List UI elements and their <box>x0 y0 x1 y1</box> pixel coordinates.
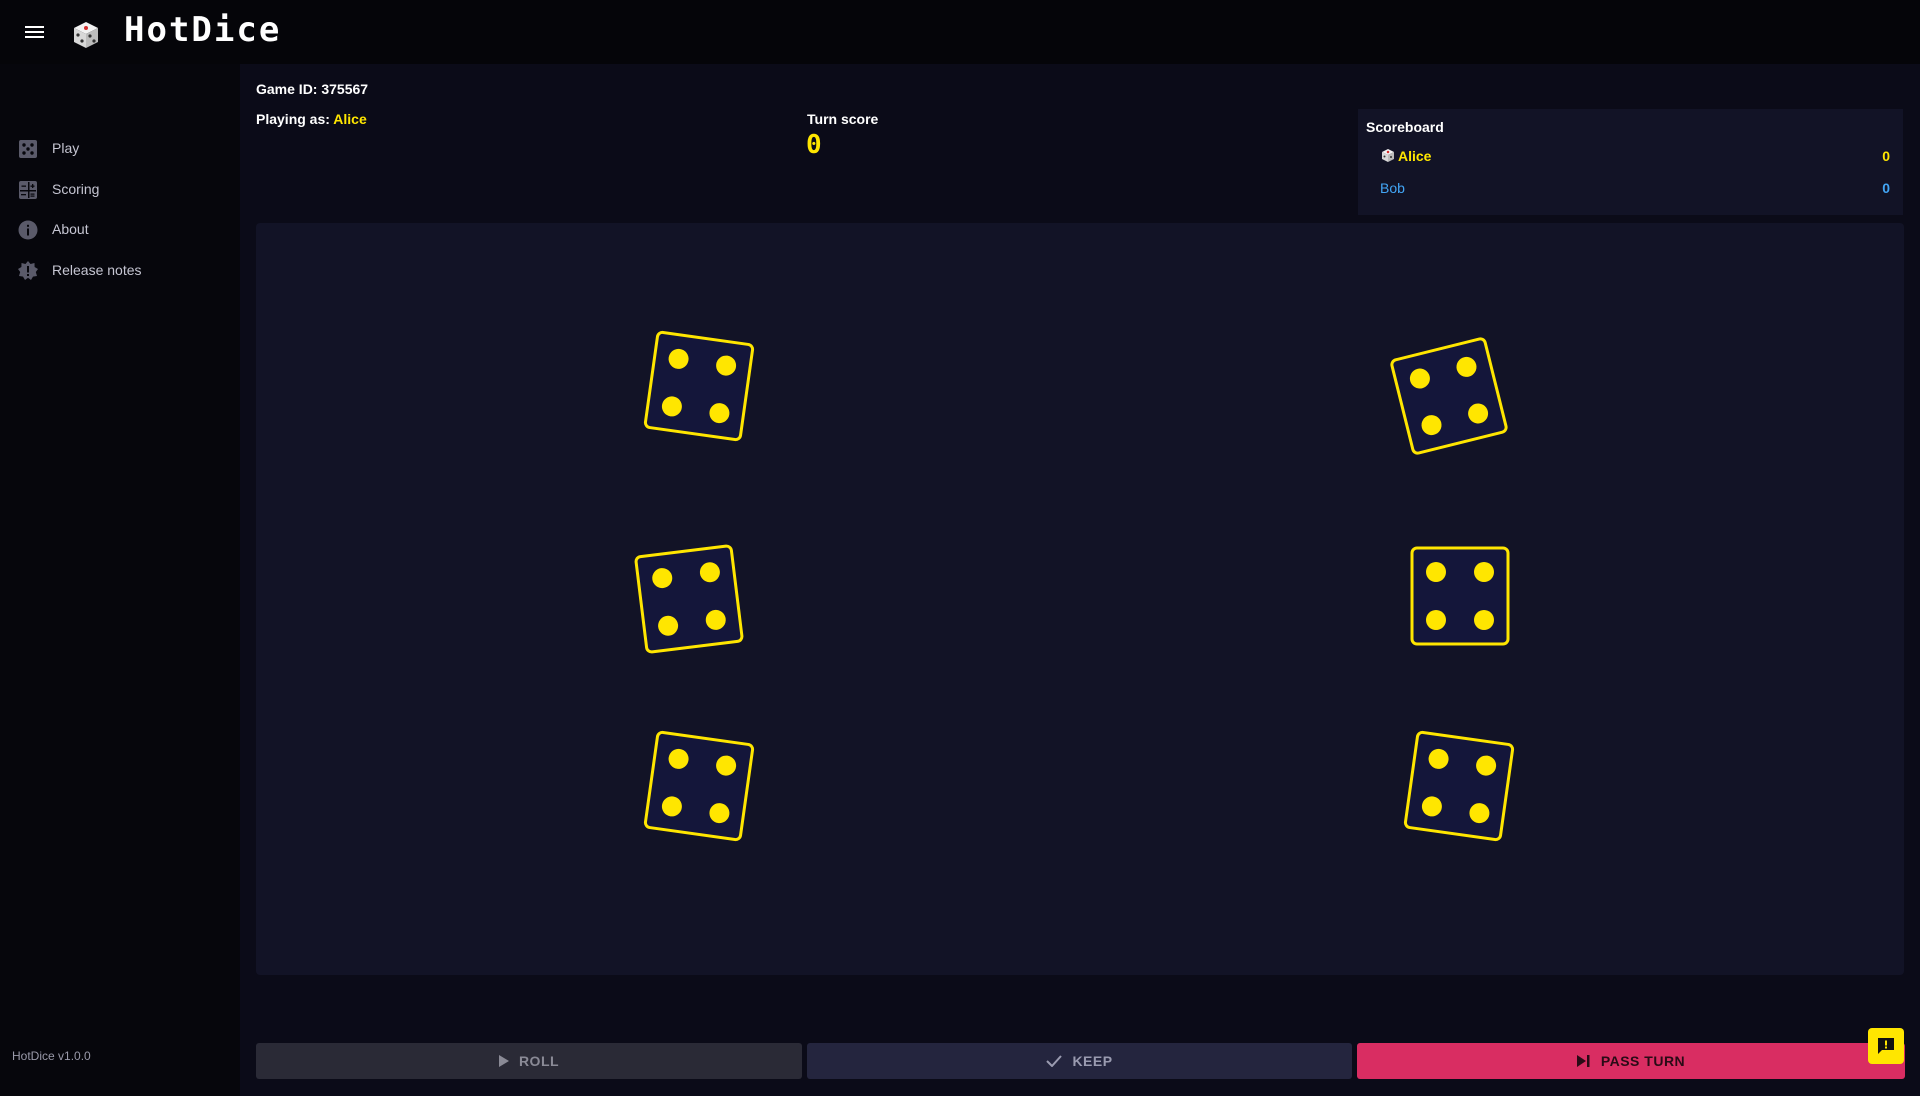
die[interactable] <box>1410 546 1510 646</box>
scoreboard-name-text: Alice <box>1398 148 1432 164</box>
die-pip <box>1474 610 1494 630</box>
roll-label: ROLL <box>518 1053 560 1069</box>
feedback-button[interactable] <box>1868 1028 1904 1064</box>
pass-turn-label: PASS TURN <box>1600 1053 1686 1069</box>
check-icon <box>1046 1055 1063 1067</box>
playing-as-label: Playing as: <box>256 111 330 127</box>
scoreboard-title: Scoreboard <box>1366 119 1444 135</box>
sidebar-item-release-notes[interactable]: Release notes <box>0 252 240 288</box>
app-bar: HotDice <box>0 0 1920 64</box>
die[interactable] <box>633 543 744 654</box>
die[interactable] <box>1388 335 1509 456</box>
sidebar-item-about[interactable]: About <box>0 211 240 247</box>
die[interactable] <box>1403 730 1516 843</box>
app-version: HotDice v1.0.0 <box>12 1049 91 1063</box>
playing-as: Playing as: Alice <box>256 111 367 127</box>
scoring-grid-icon <box>19 181 37 199</box>
sidebar-item-label: Play <box>52 140 80 156</box>
sidebar-item-scoring[interactable]: Scoring <box>0 171 240 207</box>
sidebar-item-label: About <box>52 221 89 237</box>
scoreboard-player-name: Bob <box>1380 180 1405 196</box>
scoreboard-player-name: Alice <box>1380 148 1431 164</box>
dice-table <box>256 223 1904 975</box>
gear-badge-icon <box>18 261 38 280</box>
turn-score-label: Turn score <box>807 111 879 127</box>
menu-icon[interactable] <box>22 20 48 44</box>
current-player-name: Alice <box>333 111 367 127</box>
sidebar-item-play[interactable]: Play <box>0 130 240 166</box>
die-pip <box>1474 562 1494 582</box>
die[interactable] <box>643 330 756 443</box>
pass-turn-button[interactable]: PASS TURN <box>1357 1043 1905 1079</box>
game-id: Game ID: 375567 <box>256 81 369 97</box>
roll-button[interactable]: ROLL <box>256 1043 802 1079</box>
keep-label: KEEP <box>1072 1053 1113 1069</box>
die-pip <box>1426 562 1446 582</box>
sidebar: Play Scoring About Release notes HotDice… <box>0 64 240 1096</box>
scoreboard: Scoreboard Alice 0 Bob 0 <box>1358 109 1903 215</box>
scoreboard-player-score: 0 <box>1882 180 1890 196</box>
logo-dice-icon <box>74 22 98 48</box>
die[interactable] <box>643 730 756 843</box>
die-pip <box>1426 610 1446 630</box>
scoreboard-player-score: 0 <box>1882 148 1890 164</box>
scoreboard-row: Alice 0 <box>1380 144 1890 168</box>
app-title[interactable]: HotDice <box>124 10 281 50</box>
sidebar-item-label: Scoring <box>52 181 100 197</box>
turn-score-value: 0 <box>806 130 822 160</box>
play-icon <box>498 1055 509 1067</box>
skip-next-icon <box>1576 1055 1590 1067</box>
current-turn-dice-icon <box>1382 149 1394 162</box>
sidebar-item-label: Release notes <box>52 262 142 278</box>
info-icon <box>18 220 38 240</box>
scoreboard-row: Bob 0 <box>1380 176 1890 200</box>
dice-icon <box>19 140 37 158</box>
feedback-icon <box>1878 1038 1894 1054</box>
keep-button[interactable]: KEEP <box>807 1043 1352 1079</box>
